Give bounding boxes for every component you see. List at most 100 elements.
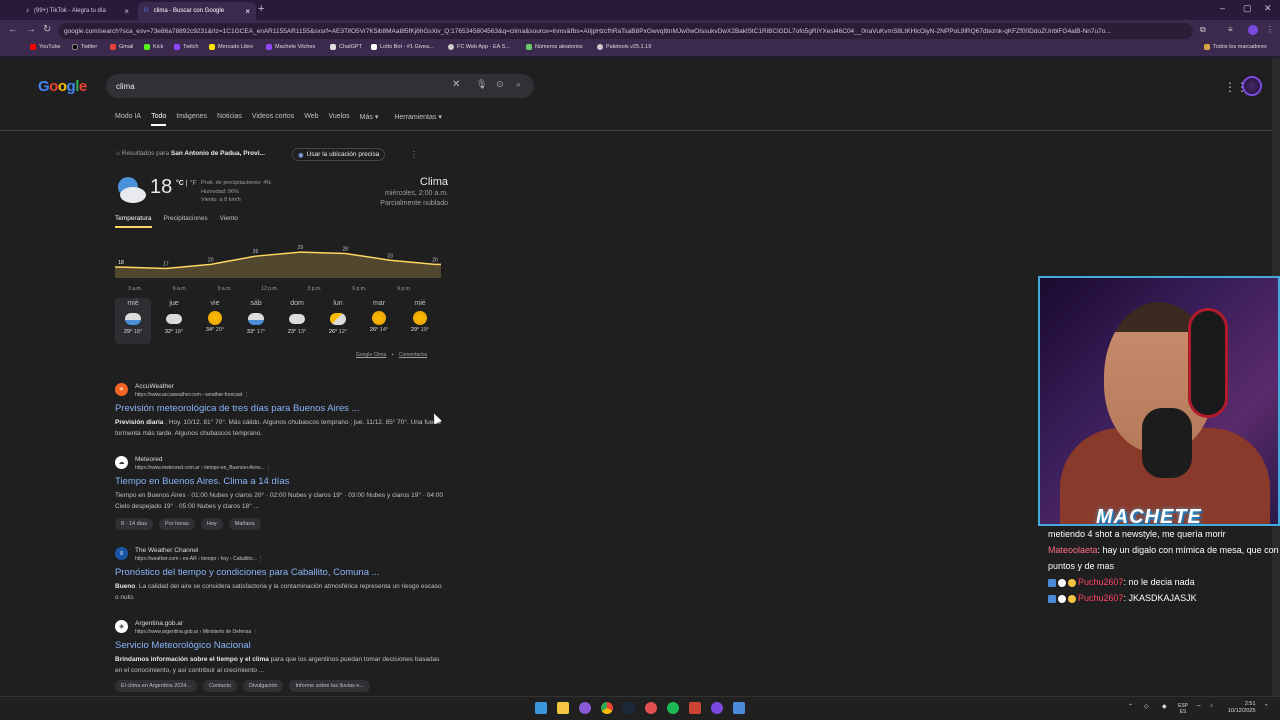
reload-button[interactable]: ↻ [43,24,51,35]
clear-icon[interactable]: ✕ [452,79,460,90]
language-indicator[interactable]: ESP ES [1178,703,1188,715]
result-site-name[interactable]: AccuWeather [135,383,174,390]
result-site-name[interactable]: Argentina.gob.ar [135,620,183,627]
wifi-icon[interactable]: ⌔ [1196,703,1202,711]
day-forecast[interactable]: dom 23° 13° [279,298,315,335]
filter-noticias[interactable]: Noticias [217,113,242,126]
app-icon[interactable] [645,702,657,714]
day-forecast[interactable]: jue 32° 18° [156,298,192,335]
address-bar[interactable]: google.com/search?sca_esv=73e86a78892c92… [58,23,1193,39]
lens-icon[interactable]: ⊙ [496,79,504,90]
filter-videos-cortos[interactable]: Videos cortos [252,113,294,126]
volume-icon[interactable]: ♪ [1210,703,1213,709]
sitelink-chip[interactable]: Contacto [203,680,238,692]
spotify-icon[interactable] [667,702,679,714]
filter-imagenes[interactable]: Imágenes [176,113,207,126]
day-forecast[interactable]: mar 26° 14° [361,298,397,333]
app-tray-icon[interactable]: ◇ [1144,703,1149,710]
bookmark-chatgpt[interactable]: ChatGPT [330,44,362,50]
tab-tiktok[interactable]: ♪ (99+) TikTok - Alegra tu día × [20,2,135,20]
chevron-up-icon[interactable]: ⌃ [1128,703,1133,710]
steam-icon[interactable] [623,702,635,714]
new-tab-button[interactable]: + [258,3,264,15]
precise-location-button[interactable]: ◉ Usar la ubicación precisa [292,148,386,161]
sitelink-chip[interactable]: Informe sobre las lluvias e... [289,680,370,692]
day-forecast[interactable]: vie 34° 20° [197,298,233,333]
unit-toggle[interactable]: °C | °F [176,180,197,187]
filter-todo[interactable]: Todo [151,113,167,126]
tab-viento[interactable]: Viento [220,215,238,228]
filter-herramientas[interactable]: Herramientas ▾ [394,113,441,126]
bookmark-fcweb[interactable]: FC Web App - EA S... [448,44,510,50]
result-site-name[interactable]: The Weather Channel [135,547,198,554]
notepad-icon[interactable] [733,702,745,714]
more-icon[interactable]: ⋮ [1266,25,1274,34]
chrome-icon[interactable] [601,702,613,714]
bookmark-numeros[interactable]: Números aleatorios [526,44,583,50]
day-forecast[interactable]: sáb 33° 17° [238,298,274,335]
close-tab-icon[interactable]: × [245,7,250,16]
account-avatar[interactable] [1242,76,1262,96]
result-title-link[interactable]: Servicio Meteorológico Nacional [115,640,251,651]
google-logo[interactable]: Google [38,78,87,95]
day-forecast[interactable]: mié 29° 18° [115,298,151,344]
bookmark-lottobot[interactable]: Lotto Bot - #1 Givea... [371,44,434,50]
tab-google-search[interactable]: G clima - Buscar con Google × [138,2,256,20]
clock[interactable]: 2:51 10/12/2025 [1228,701,1256,715]
tab-temperatura[interactable]: Temperatura [115,215,152,228]
bookmark-paletools[interactable]: Paletools v25.1.19 [597,44,651,50]
forward-button[interactable]: → [26,24,36,35]
bookmark-youtube[interactable]: YouTube [30,44,61,50]
sitelink-chip[interactable]: 8 - 14 días [115,518,153,530]
microphone-icon[interactable]: 🎙 [476,79,487,90]
app-tray-icon[interactable]: ◆ [1162,703,1167,710]
search-box[interactable]: clima ✕ 🎙 ⊙ ⌕ [106,74,534,98]
back-button[interactable]: ← [8,24,18,35]
result-url[interactable]: https://www.argentina.gob.ar › Ministeri… [135,629,258,635]
all-bookmarks[interactable]: Todos los marcadores [1204,44,1267,50]
notification-icon[interactable]: ◔ [1264,703,1268,709]
comentarios-link[interactable]: Comentarios [399,352,427,358]
bookmark-machete[interactable]: Machete Vilches [266,44,315,50]
tab-precipitaciones[interactable]: Precipitaciones [164,215,208,228]
google-clima-link[interactable]: Google Clima [356,352,386,358]
bookmark-twitter[interactable]: Twitter [72,44,97,50]
file-explorer-icon[interactable] [557,702,569,714]
maximize-button[interactable]: ▢ [1243,3,1252,14]
result-title-link[interactable]: Pronóstico del tiempo y condiciones para… [115,567,380,578]
day-forecast[interactable]: mié 29° 19° [402,298,438,333]
fahrenheit-unit[interactable]: °F [190,180,197,187]
app-icon[interactable] [579,702,591,714]
windows-start-icon[interactable] [535,702,547,714]
bookmark-mercadolibre[interactable]: Mercado Libre [209,44,253,50]
extensions-icon[interactable]: ⧉ [1200,25,1206,35]
profile-icon[interactable] [1248,25,1258,35]
menu-icon[interactable]: ≡ [1228,25,1233,34]
bookmark-gmail[interactable]: Gmail [110,44,133,50]
more-options-icon[interactable]: ⋮ [410,150,418,159]
sitelink-chip[interactable]: Por horas [159,518,195,530]
celsius-unit[interactable]: °C [176,180,184,187]
sitelink-chip[interactable]: Divulgación [243,680,284,692]
result-url[interactable]: https://www.meteored.com.ar › tiempo-en_… [135,465,271,471]
close-window-button[interactable]: ✕ [1264,3,1272,14]
sitelink-chip[interactable]: Hoy [200,518,223,530]
close-tab-icon[interactable]: × [124,7,129,16]
day-forecast[interactable]: lun 26° 12° [320,298,356,335]
filter-mas[interactable]: Más ▾ [360,113,379,126]
result-url[interactable]: https://weather.com › es-AR › tiempo › h… [135,556,263,562]
sitelink-chip[interactable]: Mañana [228,518,261,530]
filter-web[interactable]: Web [304,113,318,126]
bookmark-kick[interactable]: Kick [144,44,163,50]
filter-modo-ia[interactable]: Modo IA [115,113,141,126]
result-url[interactable]: https://www.accuweather.com › weather-fo… [135,392,249,398]
search-input[interactable]: clima [116,82,135,91]
result-title-link[interactable]: Tiempo en Buenos Aires. Clima a 14 días [115,476,289,487]
minimize-button[interactable]: – [1220,3,1225,13]
sitelink-chip[interactable]: El clima en Argentina 2024... [115,680,198,692]
result-title-link[interactable]: Previsión meteorológica de tres días par… [115,403,360,414]
result-site-name[interactable]: Meteored [135,456,162,463]
bookmark-twitch[interactable]: Twitch [174,44,199,50]
filter-vuelos[interactable]: Vuelos [329,113,350,126]
search-icon[interactable]: ⌕ [516,79,521,90]
